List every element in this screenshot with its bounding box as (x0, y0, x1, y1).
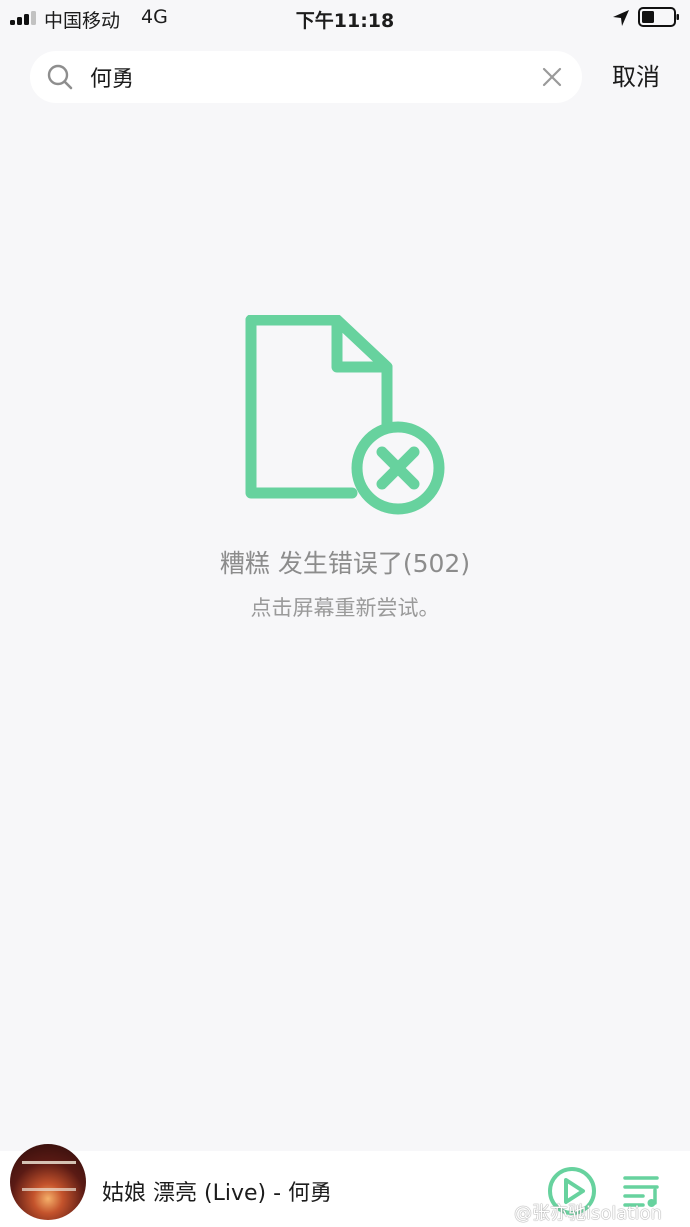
status-time: 下午11:18 (295, 10, 395, 32)
cancel-button[interactable]: 取消 (598, 58, 674, 96)
battery-icon (638, 7, 679, 27)
now-playing-title[interactable]: 姑娘 漂亮 (Live) - 何勇 (102, 1175, 332, 1207)
search-icon (47, 64, 73, 90)
search-bar (30, 51, 582, 103)
clear-icon[interactable] (541, 66, 563, 88)
error-retry-area[interactable]: 糟糕 发生错误了(502) 点击屏幕重新尝试。 (0, 110, 690, 1150)
location-arrow-icon (613, 10, 629, 26)
error-title: 糟糕 发生错误了(502) (219, 549, 471, 578)
album-cover[interactable] (10, 1144, 86, 1220)
error-hint: 点击屏幕重新尝试。 (250, 596, 440, 620)
watermark: @张亦驰isolation (514, 1203, 662, 1224)
file-error-icon (245, 315, 445, 515)
status-bar: 中国移动 4G 下午11:18 (0, 0, 690, 36)
search-input[interactable] (90, 59, 520, 95)
screen: 中国移动 4G 下午11:18 取消 (0, 0, 690, 1227)
